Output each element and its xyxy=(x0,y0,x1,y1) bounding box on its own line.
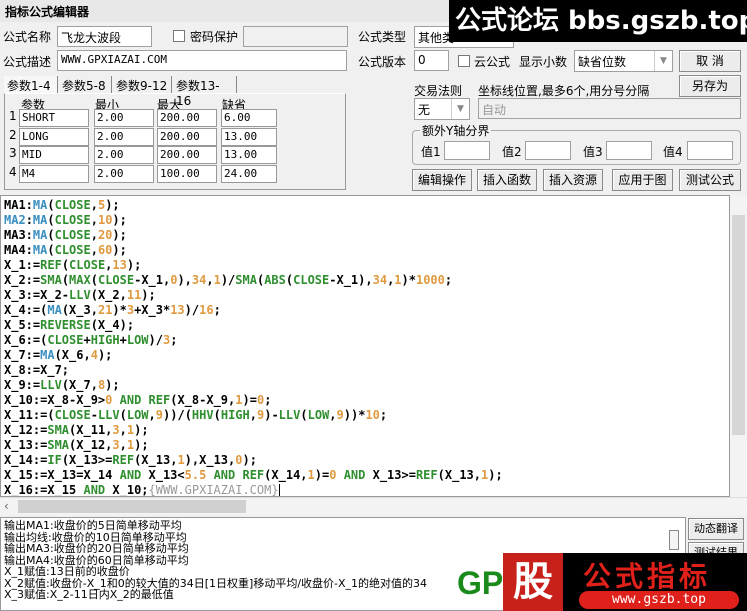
password-label: 密码保护 xyxy=(190,30,239,44)
cancel-button[interactable]: 取 消 xyxy=(679,50,741,72)
code-line: X_14:=IF(X_13>=REF(X_13,1),X_13,0); xyxy=(4,453,257,467)
watermark-gu: 股 xyxy=(503,553,563,611)
axis-input[interactable]: 自动 xyxy=(478,98,741,119)
type-label: 公式类型 xyxy=(358,30,407,44)
version-input[interactable]: 0 xyxy=(414,50,449,71)
text-cursor xyxy=(278,484,280,496)
tab-params-13-16[interactable]: 参数13-16 xyxy=(173,76,237,108)
name-input[interactable]: 飞龙大波段 xyxy=(57,26,152,47)
name-label: 公式名称 xyxy=(3,30,52,44)
param-index: 1 xyxy=(9,109,17,123)
param-max-input[interactable]: 200.00 xyxy=(157,109,217,127)
dynamic-translate-button[interactable]: 动态翻译 xyxy=(688,518,744,540)
y1-label: 值1 xyxy=(421,145,441,159)
code-line: X_11:=(CLOSE-LLV(LOW,9))/(HHV(HIGH,9)-LL… xyxy=(4,408,388,422)
watermark-logo: 股 公式指标 www.gszb.top xyxy=(503,553,747,611)
code-line: X_12:=SMA(X_11,3,1); xyxy=(4,423,149,437)
param-min-input[interactable]: 2.00 xyxy=(94,109,154,127)
code-line: X_5:=REVERSE(X_4); xyxy=(4,318,135,332)
insert-resource-button[interactable]: 插入资源 xyxy=(543,169,603,191)
apply-button[interactable]: 应用于图 xyxy=(612,169,673,191)
axis-label: 坐标线位置,最多6个,用分号分隔 xyxy=(478,84,650,98)
param-default-input[interactable]: 13.00 xyxy=(221,127,277,146)
watermark-url: www.gszb.top xyxy=(579,591,739,609)
code-line: X_16:=X_15 AND X_10;{WWW.GPXIAZAI.COM} xyxy=(4,483,280,497)
param-index: 2 xyxy=(9,127,17,142)
y4-input[interactable] xyxy=(687,141,733,160)
edit-button[interactable]: 编辑操作 xyxy=(412,169,472,191)
param-default-input[interactable]: 13.00 xyxy=(221,146,277,164)
param-default-input[interactable]: 24.00 xyxy=(221,164,277,183)
insert-function-button[interactable]: 插入函数 xyxy=(477,169,537,191)
code-line: MA1:MA(CLOSE,5); xyxy=(4,198,120,212)
code-line: X_15:=X_13=X_14 AND X_13<5.5 AND REF(X_1… xyxy=(4,468,503,482)
cloud-checkbox[interactable] xyxy=(458,55,470,67)
watermark-text: 公式指标 xyxy=(583,560,712,593)
code-line: X_7:=MA(X_6,4); xyxy=(4,348,113,362)
y1-input[interactable] xyxy=(444,141,490,160)
param-min-input[interactable]: 2.00 xyxy=(94,146,154,164)
save-as-button[interactable]: 另存为 xyxy=(679,75,741,97)
password-checkbox[interactable] xyxy=(173,30,185,42)
scroll-left-icon[interactable]: ‹ xyxy=(4,499,9,513)
param-index: 3 xyxy=(9,146,17,160)
code-line: X_8:=X_7; xyxy=(4,363,70,377)
param-name-input[interactable]: MID xyxy=(19,146,89,164)
output-line: 输出MA1:收盘价的5日简单移动平均 xyxy=(4,519,182,532)
code-line: X_1:=REF(CLOSE,13); xyxy=(4,258,142,272)
version-label: 公式版本 xyxy=(358,55,407,69)
watermark-top: 公式论坛 bbs.gszb.top xyxy=(449,0,747,42)
decimal-label: 显示小数 xyxy=(519,55,568,69)
decimal-select[interactable]: 缺省位数 ▼ xyxy=(574,50,673,72)
y3-label: 值3 xyxy=(583,145,603,159)
cloud-label: 云公式 xyxy=(474,55,511,69)
y4-label: 值4 xyxy=(663,145,683,159)
trade-rule-select[interactable]: 无 ▼ xyxy=(414,98,470,120)
code-line: X_3:=X_2-LLV(X_2,11); xyxy=(4,288,156,302)
param-max-input[interactable]: 200.00 xyxy=(157,127,217,146)
code-line: X_2:=SMA(MAX(CLOSE-X_1,0),34,1)/SMA(ABS(… xyxy=(4,273,453,287)
code-line: X_4:=(MA(X_3,21)*3+X_3*13)/16; xyxy=(4,303,221,317)
tab-params-1-4[interactable]: 参数1-4 xyxy=(4,76,58,94)
desc-label: 公式描述 xyxy=(3,55,52,69)
param-min-input[interactable]: 2.00 xyxy=(94,164,154,183)
code-editor[interactable]: MA1:MA(CLOSE,5); MA2:MA(CLOSE,10); MA3:MA(… xyxy=(0,195,730,497)
code-line: X_9:=LLV(X_7,8); xyxy=(4,378,120,392)
code-line: X_10:=X_8-X_9>0 AND REF(X_8-X_9,1)=0; xyxy=(4,393,272,407)
code-line: MA2:MA(CLOSE,10); xyxy=(4,213,127,227)
code-line: X_13:=SMA(X_12,3,1); xyxy=(4,438,149,452)
param-index: 4 xyxy=(9,164,17,179)
code-line: MA4:MA(CLOSE,60); xyxy=(4,243,127,257)
param-name-input[interactable]: M4 xyxy=(19,164,89,183)
chevron-down-icon: ▼ xyxy=(451,99,469,119)
param-max-input[interactable]: 100.00 xyxy=(157,164,217,183)
chevron-down-icon: ▼ xyxy=(654,51,672,71)
tab-params-5-8[interactable]: 参数5-8 xyxy=(59,76,112,94)
horizontal-scrollbar[interactable]: ‹ xyxy=(0,497,747,515)
output-scroll-thumb[interactable] xyxy=(669,530,679,550)
password-input[interactable] xyxy=(243,26,348,47)
param-max-input[interactable]: 200.00 xyxy=(157,146,217,164)
code-line: MA3:MA(CLOSE,20); xyxy=(4,228,127,242)
y3-input[interactable] xyxy=(606,141,652,160)
param-default-input[interactable]: 6.00 xyxy=(221,109,277,127)
test-formula-button[interactable]: 测试公式 xyxy=(679,169,741,191)
params-panel: 参数 最小 最大 缺省 1 SHORT 2.00 200.00 6.00 2 LONG 2.0… xyxy=(4,93,346,190)
watermark-gp: GP xyxy=(457,565,504,601)
code-line: X_6:=(CLOSE+HIGH+LOW)/3; xyxy=(4,333,178,347)
tab-params-9-12[interactable]: 参数9-12 xyxy=(113,76,172,94)
y2-label: 值2 xyxy=(502,145,522,159)
param-min-input[interactable]: 2.00 xyxy=(94,127,154,146)
trade-rule-label: 交易法则 xyxy=(414,84,463,98)
y2-input[interactable] xyxy=(525,141,571,160)
param-name-input[interactable]: LONG xyxy=(19,127,89,146)
yaxis-group-label: 额外Y轴分界 xyxy=(420,122,492,139)
vertical-scrollbar[interactable] xyxy=(730,195,747,497)
desc-input[interactable]: WWW.GPXIAZAI.COM xyxy=(57,50,347,71)
param-name-input[interactable]: SHORT xyxy=(19,109,89,127)
